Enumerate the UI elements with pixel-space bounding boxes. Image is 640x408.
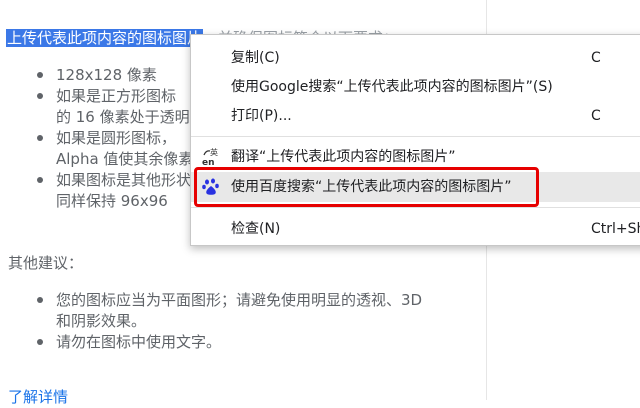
svg-text:英: 英 [210,147,218,157]
learn-more-link[interactable]: 了解详情 [8,386,68,408]
svg-text:en: en [202,158,215,167]
menu-separator [191,207,640,208]
annotation-highlight-box [194,167,539,207]
list-item-text: 和阴影效果。 [56,312,147,330]
menu-item-print[interactable]: 打印(P)... C [191,101,640,131]
list-item-text: 的 16 像素处于透明 [56,108,190,126]
menu-item-copy[interactable]: 复制(C) C [191,43,640,73]
menu-item-shortcut: C [591,50,601,66]
selected-text[interactable]: 上传代表此项内容的图标图片 [6,29,204,47]
menu-separator [191,136,640,137]
translate-icon: 英 en [201,147,221,168]
suggestions-list: 您的图标应当为平面图形；请避免使用明显的透视、3D 和阴影效果。 请勿在图标中使… [0,290,480,353]
menu-item-label: 检查(N) [231,221,281,237]
menu-item-google-search[interactable]: 使用Google搜索“上传代表此项内容的图标图片”(S) [191,72,640,102]
list-item: 您的图标应当为平面图形；请避免使用明显的透视、3D [0,290,480,311]
list-item-text: Alpha 值使其余像素 [56,150,194,168]
menu-item-shortcut: Ctrl+Sh [591,221,640,237]
menu-item-label: 使用Google搜索“上传代表此项内容的图标图片”(S) [231,79,553,95]
list-item: 请勿在图标中使用文字。 [0,332,480,353]
menu-item-label: 打印(P)... [231,108,292,124]
menu-item-shortcut: C [591,108,601,124]
menu-item-label: 复制(C) [231,50,280,66]
context-menu: 复制(C) C 使用Google搜索“上传代表此项内容的图标图片”(S) 打印(… [190,34,640,246]
other-suggestions-title: 其他建议： [8,254,84,272]
menu-item-inspect[interactable]: 检查(N) Ctrl+Sh [191,214,640,244]
list-item-text: 同样保持 96x96 [56,192,168,210]
list-item-continuation: 和阴影效果。 [0,311,480,332]
